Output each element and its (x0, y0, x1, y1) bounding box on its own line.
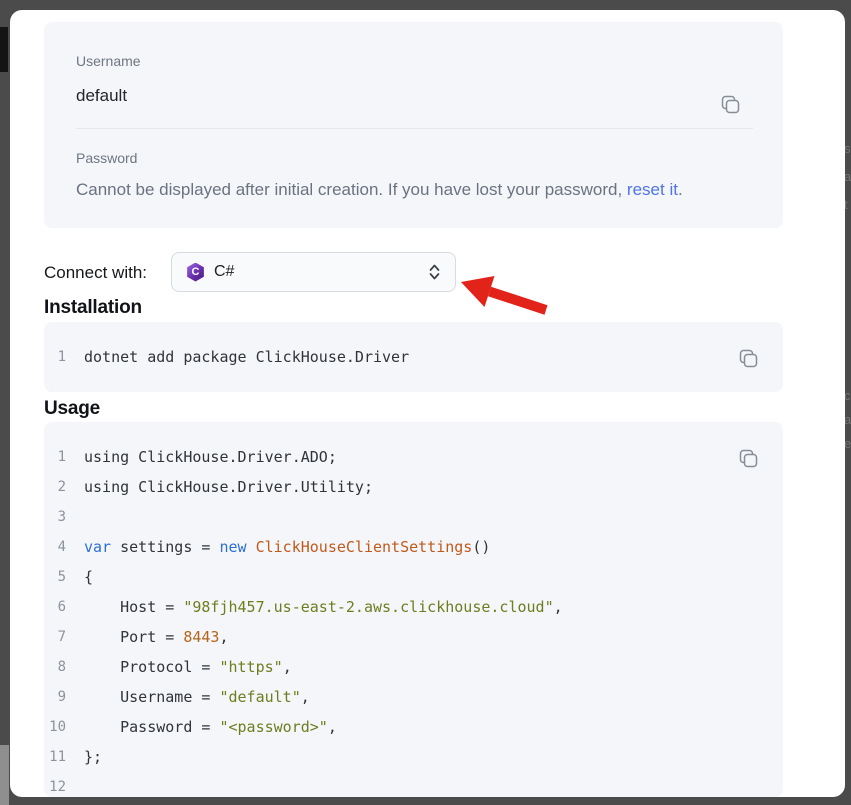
password-help-suffix: . (678, 180, 683, 199)
code-line: 5{ (44, 562, 783, 592)
line-number: 12 (44, 779, 84, 795)
username-label: Username (76, 53, 141, 69)
background-text-fragment: e (844, 436, 851, 451)
csharp-logo-icon: C (186, 263, 205, 282)
usage-heading: Usage (44, 398, 100, 420)
code-line: 2using ClickHouse.Driver.Utility; (44, 472, 783, 502)
line-number: 1 (44, 349, 84, 365)
copy-username-button[interactable] (717, 92, 743, 118)
line-number: 1 (44, 449, 84, 465)
code-line: 3 (44, 502, 783, 532)
installation-heading: Installation (44, 297, 142, 319)
code-text: Password = "<password>", (84, 718, 337, 736)
code-text: Protocol = "https", (84, 658, 292, 676)
code-line: 12 (44, 772, 783, 797)
username-value: default (76, 86, 127, 106)
usage-code-block: 1using ClickHouse.Driver.ADO;2using Clic… (44, 422, 783, 797)
code-line: 9 Username = "default", (44, 682, 783, 712)
connect-with-label: Connect with: (44, 263, 147, 283)
usage-code: 1using ClickHouse.Driver.ADO;2using Clic… (44, 422, 783, 797)
line-number: 8 (44, 659, 84, 675)
selected-language: C# (214, 263, 419, 281)
reset-password-link[interactable]: reset it (627, 180, 678, 199)
chevron-up-down-icon (428, 262, 441, 282)
background-text-fragment: a (844, 169, 851, 184)
code-text: using ClickHouse.Driver.ADO; (84, 448, 337, 466)
line-number: 10 (44, 719, 84, 735)
password-label: Password (76, 150, 137, 166)
copy-icon (735, 346, 761, 372)
code-text: dotnet add package ClickHouse.Driver (84, 348, 409, 366)
password-help-text: Cannot be displayed after initial creati… (76, 180, 683, 200)
code-line: 6 Host = "98fjh457.us-east-2.aws.clickho… (44, 592, 783, 622)
code-text: Username = "default", (84, 688, 310, 706)
background-text-fragment: a (844, 412, 851, 427)
installation-code-block: 1dotnet add package ClickHouse.Driver (44, 322, 783, 392)
occluded-background-element (0, 27, 8, 72)
code-line: 11}; (44, 742, 783, 772)
code-line: 8 Protocol = "https", (44, 652, 783, 682)
line-number: 5 (44, 569, 84, 585)
code-text: }; (84, 748, 102, 766)
line-number: 7 (44, 629, 84, 645)
red-arrow-annotation (458, 268, 550, 320)
code-line: 10 Password = "<password>", (44, 712, 783, 742)
connection-modal: Username default Password Cannot be disp… (10, 10, 845, 797)
installation-code: 1dotnet add package ClickHouse.Driver (44, 322, 783, 372)
line-number: 9 (44, 689, 84, 705)
language-select-dropdown[interactable]: C C# (171, 252, 456, 292)
code-text: Port = 8443, (84, 628, 229, 646)
occluded-background-scrollbar (0, 745, 9, 805)
code-line: 7 Port = 8443, (44, 622, 783, 652)
copy-icon (735, 446, 761, 472)
copy-installation-code-button[interactable] (735, 346, 761, 372)
credentials-card: Username default Password Cannot be disp… (44, 22, 783, 228)
password-help-prefix: Cannot be displayed after initial creati… (76, 180, 627, 199)
code-line: 4var settings = new ClickHouseClientSett… (44, 532, 783, 562)
copy-usage-code-button[interactable] (735, 446, 761, 472)
line-number: 4 (44, 539, 84, 555)
line-number: 6 (44, 599, 84, 615)
code-text: var settings = new ClickHouseClientSetti… (84, 538, 490, 556)
code-line: 1dotnet add package ClickHouse.Driver (44, 342, 783, 372)
code-text: using ClickHouse.Driver.Utility; (84, 478, 373, 496)
line-number: 2 (44, 479, 84, 495)
code-line: 1using ClickHouse.Driver.ADO; (44, 442, 783, 472)
divider (76, 128, 753, 129)
line-number: 11 (44, 749, 84, 765)
line-number: 3 (44, 509, 84, 525)
code-text: Host = "98fjh457.us-east-2.aws.clickhous… (84, 598, 563, 616)
code-text: { (84, 568, 93, 586)
copy-icon (717, 92, 743, 118)
